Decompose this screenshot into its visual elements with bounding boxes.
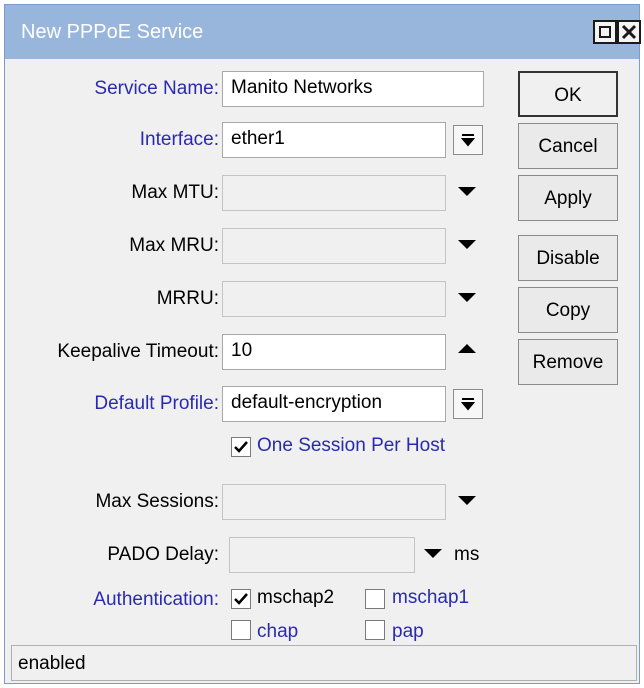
pado-delay-unit: ms bbox=[454, 544, 480, 565]
default-profile-select[interactable]: default-encryption bbox=[222, 386, 446, 422]
interface-select[interactable]: ether1 bbox=[222, 122, 446, 158]
disable-button[interactable]: Disable bbox=[518, 235, 618, 281]
cancel-button[interactable]: Cancel bbox=[518, 123, 618, 169]
interface-label: Interface: bbox=[139, 129, 219, 150]
max-sessions-input[interactable] bbox=[222, 484, 446, 520]
max-mru-input[interactable] bbox=[222, 228, 446, 264]
checkmark-icon bbox=[234, 441, 248, 453]
service-name-input[interactable]: Manito Networks bbox=[222, 71, 484, 107]
chevron-down-icon bbox=[460, 398, 476, 411]
checkmark-icon bbox=[234, 593, 248, 605]
pado-delay-input[interactable] bbox=[229, 537, 415, 573]
auth-mschap1-label[interactable]: mschap1 bbox=[392, 587, 469, 609]
one-session-per-host-checkbox[interactable] bbox=[231, 437, 251, 457]
max-mtu-label: Max MTU: bbox=[131, 182, 219, 203]
keepalive-timeout-input[interactable]: 10 bbox=[222, 334, 446, 370]
copy-button[interactable]: Copy bbox=[518, 287, 618, 333]
pado-delay-label: PADO Delay: bbox=[107, 544, 219, 565]
status-bar: enabled bbox=[11, 645, 637, 681]
close-window-icon[interactable] bbox=[617, 20, 641, 44]
mrru-expand-icon[interactable] bbox=[458, 293, 476, 302]
restore-window-icon[interactable] bbox=[593, 20, 617, 44]
mrru-input[interactable] bbox=[222, 281, 446, 317]
max-mtu-input[interactable] bbox=[222, 175, 446, 211]
keepalive-collapse-icon[interactable] bbox=[458, 344, 476, 353]
max-mru-expand-icon[interactable] bbox=[458, 240, 476, 249]
pado-delay-expand-icon[interactable] bbox=[424, 549, 442, 558]
default-profile-label: Default Profile: bbox=[94, 393, 219, 414]
mrru-label: MRRU: bbox=[156, 288, 219, 309]
auth-pap-checkbox[interactable] bbox=[365, 620, 385, 640]
window-title: New PPPoE Service bbox=[21, 21, 204, 43]
auth-mschap2-label[interactable]: mschap2 bbox=[257, 587, 334, 609]
keepalive-timeout-label: Keepalive Timeout: bbox=[57, 341, 219, 362]
interface-dropdown-button[interactable] bbox=[453, 125, 483, 155]
default-profile-dropdown-button[interactable] bbox=[453, 389, 483, 419]
max-sessions-label: Max Sessions: bbox=[95, 491, 219, 512]
auth-mschap1-checkbox[interactable] bbox=[365, 589, 385, 609]
auth-chap-checkbox[interactable] bbox=[231, 620, 251, 640]
chevron-down-icon bbox=[460, 134, 476, 147]
apply-button[interactable]: Apply bbox=[518, 175, 618, 221]
max-sessions-expand-icon[interactable] bbox=[458, 496, 476, 505]
auth-chap-label[interactable]: chap bbox=[257, 621, 298, 643]
remove-button[interactable]: Remove bbox=[518, 339, 618, 385]
pppoe-service-window: New PPPoE Service Service Name: Manito N… bbox=[4, 4, 641, 684]
ok-button[interactable]: OK bbox=[518, 71, 618, 117]
title-bar[interactable]: New PPPoE Service bbox=[5, 5, 641, 59]
auth-mschap2-checkbox[interactable] bbox=[231, 589, 251, 609]
authentication-label: Authentication: bbox=[93, 589, 219, 610]
auth-pap-label[interactable]: pap bbox=[392, 621, 424, 643]
max-mru-label: Max MRU: bbox=[129, 235, 219, 256]
max-mtu-expand-icon[interactable] bbox=[458, 187, 476, 196]
one-session-per-host-label[interactable]: One Session Per Host bbox=[257, 435, 445, 457]
service-name-label: Service Name: bbox=[94, 78, 219, 99]
